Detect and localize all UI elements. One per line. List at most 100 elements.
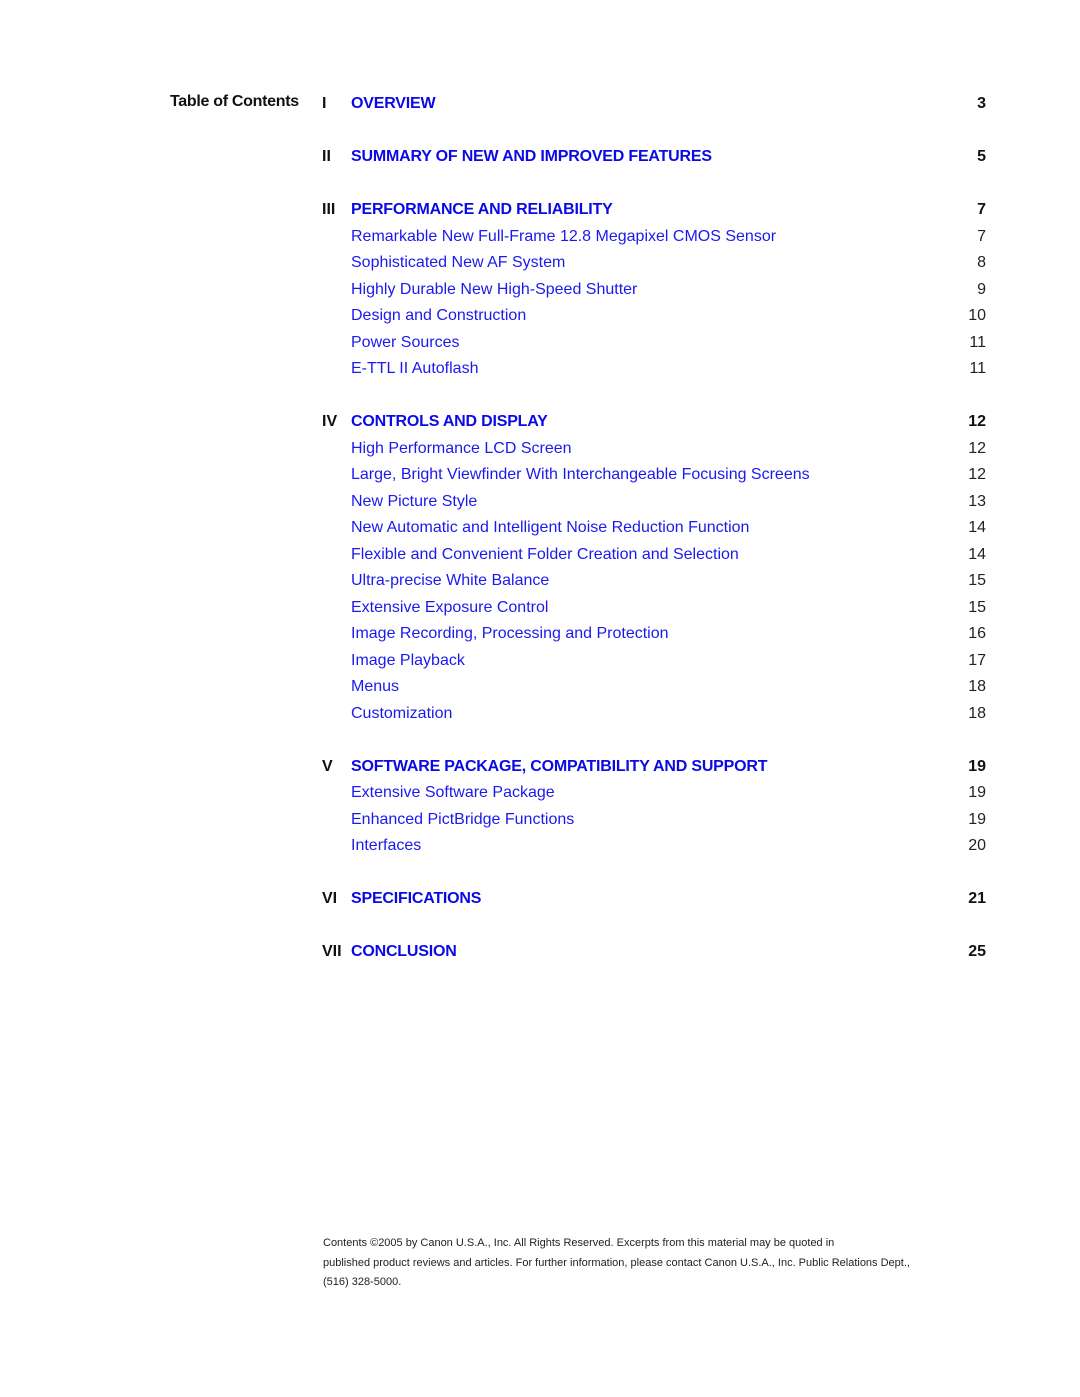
entry-link[interactable]: Power Sources bbox=[351, 330, 936, 356]
footer-line-1: Contents ©2005 by Canon U.S.A., Inc. All… bbox=[323, 1237, 835, 1249]
section-numeral: I bbox=[322, 95, 327, 112]
toc-entry-row[interactable]: Ultra-precise White Balance 15 bbox=[318, 568, 986, 595]
entry-page-number: 10 bbox=[968, 307, 986, 324]
toc-section-row[interactable]: III PERFORMANCE AND RELIABILITY 7 bbox=[318, 197, 986, 224]
toc-entry-row[interactable]: Large, Bright Viewfinder With Interchang… bbox=[318, 462, 986, 489]
copyright-footer: Contents ©2005 by Canon U.S.A., Inc. All… bbox=[323, 1234, 973, 1293]
entry-page-number: 11 bbox=[969, 333, 986, 351]
section-numeral: III bbox=[322, 201, 336, 218]
section-link[interactable]: CONCLUSION bbox=[351, 939, 936, 965]
entry-page-number: 14 bbox=[968, 519, 986, 536]
entry-page-number: 16 bbox=[968, 625, 986, 642]
footer-line-2: published product reviews and articles. … bbox=[323, 1256, 910, 1269]
toc-entry-row[interactable]: New Picture Style 13 bbox=[318, 489, 986, 516]
toc-entry-row[interactable]: Design and Construction 10 bbox=[318, 303, 986, 330]
entry-link[interactable]: Design and Construction bbox=[351, 303, 936, 329]
entry-link[interactable]: E-TTL II Autoflash bbox=[351, 356, 936, 382]
toc-entry-row[interactable]: Power Sources 11 bbox=[318, 330, 986, 357]
entry-link[interactable]: New Automatic and Intelligent Noise Redu… bbox=[351, 515, 936, 541]
entry-link[interactable]: Highly Durable New High-Speed Shutter bbox=[351, 277, 936, 303]
entry-link[interactable]: Customization bbox=[351, 701, 936, 727]
section-page-number: 3 bbox=[977, 95, 986, 112]
toc-entry-row[interactable]: New Automatic and Intelligent Noise Redu… bbox=[318, 515, 986, 542]
toc-entry-row[interactable]: Menus 18 bbox=[318, 674, 986, 701]
entry-link[interactable]: Interfaces bbox=[351, 833, 936, 859]
toc-section-row[interactable]: V SOFTWARE PACKAGE, COMPATIBILITY AND SUP… bbox=[318, 754, 986, 781]
toc-entry-row[interactable]: Flexible and Convenient Folder Creation … bbox=[318, 542, 986, 569]
toc-entry-row[interactable]: Highly Durable New High-Speed Shutter 9 bbox=[318, 277, 986, 304]
entry-page-number: 12 bbox=[968, 466, 986, 483]
toc-section-row[interactable]: IV CONTROLS AND DISPLAY 12 bbox=[318, 409, 986, 436]
toc-entry-row[interactable]: Sophisticated New AF System 8 bbox=[318, 250, 986, 277]
section-numeral: VII bbox=[322, 943, 342, 960]
section-numeral: II bbox=[322, 148, 331, 165]
entry-page-number: 14 bbox=[968, 545, 986, 563]
entry-page-number: 13 bbox=[968, 492, 986, 510]
section-link[interactable]: PERFORMANCE AND RELIABILITY bbox=[351, 197, 936, 223]
footer-line-3: (516) 328-5000. bbox=[323, 1276, 402, 1288]
toc-section-row[interactable]: VI SPECIFICATIONS 21 bbox=[318, 886, 986, 913]
entry-page-number: 8 bbox=[977, 254, 986, 271]
entry-page-number: 15 bbox=[968, 572, 986, 589]
entry-link[interactable]: Ultra-precise White Balance bbox=[351, 568, 936, 594]
section-page-number: 5 bbox=[977, 148, 986, 165]
entry-page-number: 19 bbox=[968, 784, 986, 801]
entry-link[interactable]: High Performance LCD Screen bbox=[351, 436, 936, 462]
section-numeral: IV bbox=[322, 413, 338, 430]
entry-link[interactable]: New Picture Style bbox=[351, 489, 936, 515]
section-page-number: 19 bbox=[968, 757, 986, 775]
toc-entry-row[interactable]: Interfaces 20 bbox=[318, 833, 986, 860]
section-link[interactable]: OVERVIEW bbox=[351, 91, 936, 117]
toc-entry-row[interactable]: Image Playback 17 bbox=[318, 648, 986, 675]
toc-heading: Table of Contents bbox=[170, 93, 299, 110]
section-page-number: 12 bbox=[968, 413, 986, 430]
entry-page-number: 19 bbox=[968, 810, 986, 828]
toc-entry-row[interactable]: Enhanced PictBridge Functions 19 bbox=[318, 807, 986, 834]
section-page-number: 7 bbox=[977, 201, 986, 218]
toc-entry-row[interactable]: High Performance LCD Screen 12 bbox=[318, 436, 986, 463]
toc-entry-row[interactable]: Extensive Exposure Control 15 bbox=[318, 595, 986, 622]
toc-entry-row[interactable]: Customization 18 bbox=[318, 701, 986, 728]
toc-section-row[interactable]: II SUMMARY OF NEW AND IMPROVED FEATURES 5 bbox=[318, 144, 986, 171]
entry-page-number: 15 bbox=[968, 598, 986, 616]
table-of-contents: I OVERVIEW 3 II SUMMARY OF NEW AND IMPROVED … bbox=[318, 91, 986, 966]
entry-page-number: 18 bbox=[968, 678, 986, 695]
entry-page-number: 17 bbox=[968, 651, 986, 669]
entry-link[interactable]: Sophisticated New AF System bbox=[351, 250, 936, 276]
toc-entry-row[interactable]: Remarkable New Full-Frame 12.8 Megapixel… bbox=[318, 224, 986, 251]
section-numeral: VI bbox=[322, 890, 338, 907]
section-numeral: V bbox=[322, 757, 333, 775]
section-link[interactable]: CONTROLS AND DISPLAY bbox=[351, 409, 936, 435]
section-page-number: 21 bbox=[968, 890, 986, 907]
section-page-number: 25 bbox=[968, 943, 986, 960]
entry-link[interactable]: Extensive Software Package bbox=[351, 780, 936, 806]
section-link[interactable]: SOFTWARE PACKAGE, COMPATIBILITY AND SUPP… bbox=[351, 754, 936, 780]
entry-link[interactable]: Enhanced PictBridge Functions bbox=[351, 807, 936, 833]
entry-page-number: 12 bbox=[968, 439, 986, 457]
toc-entry-row[interactable]: Extensive Software Package 19 bbox=[318, 780, 986, 807]
toc-entry-row[interactable]: Image Recording, Processing and Protecti… bbox=[318, 621, 986, 648]
entry-link[interactable]: Remarkable New Full-Frame 12.8 Megapixel… bbox=[351, 224, 936, 250]
entry-link[interactable]: Image Playback bbox=[351, 648, 936, 674]
entry-page-number: 7 bbox=[977, 227, 986, 245]
entry-link[interactable]: Image Recording, Processing and Protecti… bbox=[351, 621, 936, 647]
entry-page-number: 11 bbox=[969, 360, 986, 377]
toc-entry-row[interactable]: E-TTL II Autoflash 11 bbox=[318, 356, 986, 383]
entry-link[interactable]: Large, Bright Viewfinder With Interchang… bbox=[351, 462, 936, 488]
entry-page-number: 18 bbox=[968, 704, 986, 722]
toc-section-row[interactable]: VII CONCLUSION 25 bbox=[318, 939, 986, 966]
toc-section-row[interactable]: I OVERVIEW 3 bbox=[318, 91, 986, 118]
section-link[interactable]: SUMMARY OF NEW AND IMPROVED FEATURES bbox=[351, 144, 936, 170]
entry-page-number: 20 bbox=[968, 837, 986, 854]
entry-page-number: 9 bbox=[977, 280, 986, 298]
entry-link[interactable]: Flexible and Convenient Folder Creation … bbox=[351, 542, 936, 568]
entry-link[interactable]: Extensive Exposure Control bbox=[351, 595, 936, 621]
section-link[interactable]: SPECIFICATIONS bbox=[351, 886, 936, 912]
entry-link[interactable]: Menus bbox=[351, 674, 936, 700]
